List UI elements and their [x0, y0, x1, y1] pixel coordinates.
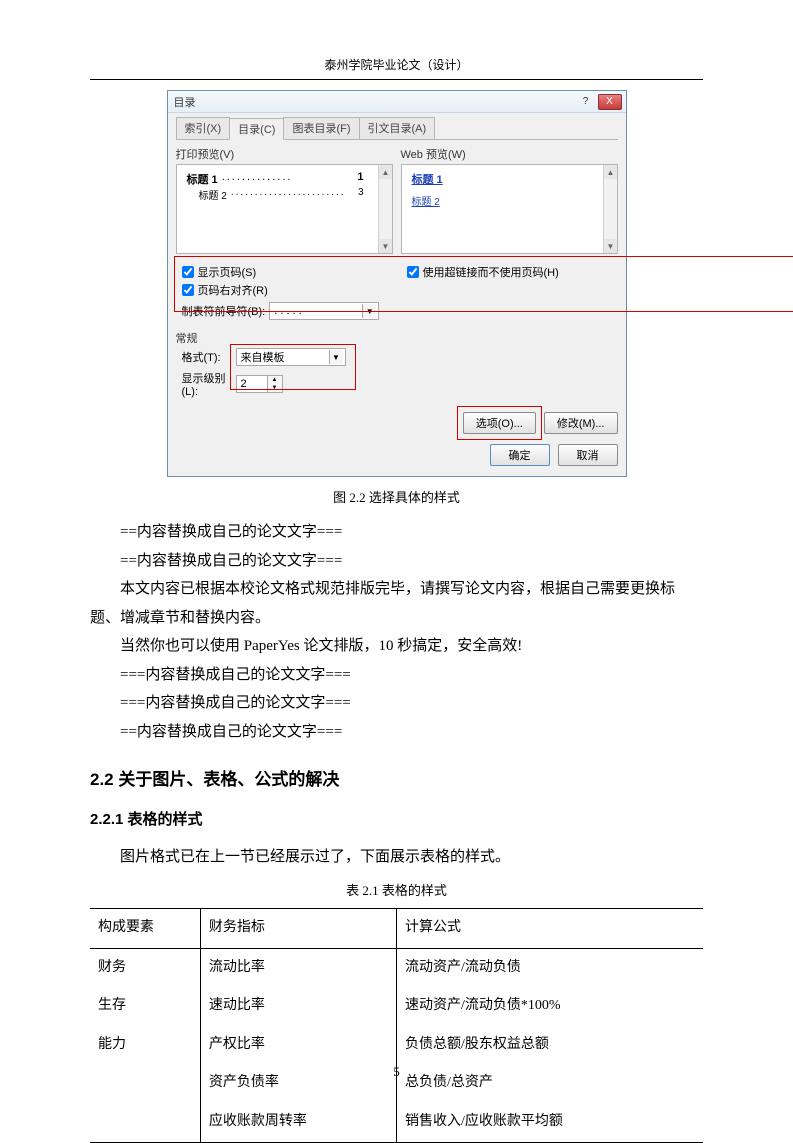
close-icon[interactable]: X [598, 94, 622, 110]
page-header: 泰州学院毕业论文（设计） [0, 0, 793, 79]
cancel-button[interactable]: 取消 [558, 444, 618, 466]
scroll-up-icon[interactable]: ▲ [379, 165, 393, 179]
td: 速动比率 [200, 987, 396, 1026]
scroll-down-icon2[interactable]: ▼ [604, 239, 618, 253]
preview-h1-page: 1 [357, 171, 363, 187]
table-row: 能力 产权比率 负债总额/股东权益总额 [90, 1026, 703, 1065]
format-label: 格式(T): [182, 349, 230, 365]
scroll-down-icon[interactable]: ▼ [379, 239, 393, 253]
td [90, 1103, 200, 1142]
scrollbar2[interactable]: ▲ ▼ [603, 165, 617, 253]
dialog-tabs: 索引(X) 目录(C) 图表目录(F) 引文目录(A) [176, 117, 618, 140]
modify-button[interactable]: 修改(M)... [544, 412, 618, 434]
paragraph: ==内容替换成自己的论文文字=== [90, 518, 703, 547]
scroll-up-icon2[interactable]: ▲ [604, 165, 618, 179]
dialog-title: 目录 [174, 94, 196, 110]
tab-figures[interactable]: 图表目录(F) [283, 117, 359, 139]
web-preview-box: 标题 1 标题 2 ▲ ▼ [401, 164, 618, 254]
paragraph: 当然你也可以使用 PaperYes 论文排版，10 秒搞定，安全高效! [90, 632, 703, 661]
print-preview-box: 标题 1 .............. 1 标题 2 .............… [176, 164, 393, 254]
leader-dots: .............. [218, 171, 358, 187]
heading-2-2: 2.2 关于图片、表格、公式的解决 [90, 764, 703, 796]
td: 负债总额/股东权益总额 [396, 1026, 703, 1065]
preview-h2-page: 3 [358, 187, 364, 202]
th-c1: 构成要素 [90, 908, 200, 948]
scrollbar[interactable]: ▲ ▼ [378, 165, 392, 253]
td: 销售收入/应收账款平均额 [396, 1103, 703, 1142]
th-c2: 财务指标 [200, 908, 396, 948]
tab-citations[interactable]: 引文目录(A) [359, 117, 436, 139]
figure-caption: 图 2.2 选择具体的样式 [0, 487, 793, 506]
table-caption: 表 2.1 表格的样式 [90, 879, 703, 904]
th-c3: 计算公式 [396, 908, 703, 948]
table-intro: 图片格式已在上一节已经展示过了，下面展示表格的样式。 [90, 843, 703, 872]
td: 产权比率 [200, 1026, 396, 1065]
web-preview-label: Web 预览(W) [401, 146, 618, 162]
td: 流动比率 [200, 948, 396, 987]
header-rule [90, 79, 703, 80]
paragraph-main: 本文内容已根据本校论文格式规范排版完毕，请撰写论文内容，根据自己需要更换标题、增… [90, 575, 703, 632]
web-h2: 标题 2 [412, 193, 607, 208]
td: 财务 [90, 948, 200, 987]
paragraph: ==内容替换成自己的论文文字=== [90, 718, 703, 747]
leader-dots2: ........................ [227, 187, 358, 202]
table-row: 财务 流动比率 流动资产/流动负债 [90, 948, 703, 987]
paragraph: ==内容替换成自己的论文文字=== [90, 547, 703, 576]
td: 能力 [90, 1026, 200, 1065]
td: 生存 [90, 987, 200, 1026]
td: 流动资产/流动负债 [396, 948, 703, 987]
tab-toc[interactable]: 目录(C) [229, 118, 284, 140]
dialog-titlebar: 目录 ? X [168, 91, 626, 113]
paragraph: ===内容替换成自己的论文文字=== [90, 661, 703, 690]
heading-2-2-1: 2.2.1 表格的样式 [90, 806, 703, 835]
dialog-window: 目录 ? X 索引(X) 目录(C) 图表目录(F) 引文目录(A) 打印预览(… [167, 90, 627, 477]
td: 应收账款周转率 [200, 1103, 396, 1142]
print-preview-label: 打印预览(V) [176, 146, 393, 162]
preview-h1: 标题 1 [187, 171, 218, 187]
preview-h2: 标题 2 [199, 187, 227, 202]
web-h1: 标题 1 [412, 171, 607, 187]
table-row: 生存 速动比率 速动资产/流动负债*100% [90, 987, 703, 1026]
tab-index[interactable]: 索引(X) [176, 117, 231, 139]
table-row: 应收账款周转率 销售收入/应收账款平均额 [90, 1103, 703, 1142]
td: 速动资产/流动负债*100% [396, 987, 703, 1026]
level-label: 显示级别(L): [182, 370, 230, 398]
paragraph: ===内容替换成自己的论文文字=== [90, 689, 703, 718]
help-icon[interactable]: ? [574, 94, 598, 110]
document-body: ==内容替换成自己的论文文字=== ==内容替换成自己的论文文字=== [90, 518, 703, 575]
table-2-1: 构成要素 财务指标 计算公式 财务 流动比率 流动资产/流动负债 生存 速动比率… [90, 908, 703, 1143]
page-number: 5 [0, 1064, 793, 1080]
ok-button[interactable]: 确定 [490, 444, 550, 466]
